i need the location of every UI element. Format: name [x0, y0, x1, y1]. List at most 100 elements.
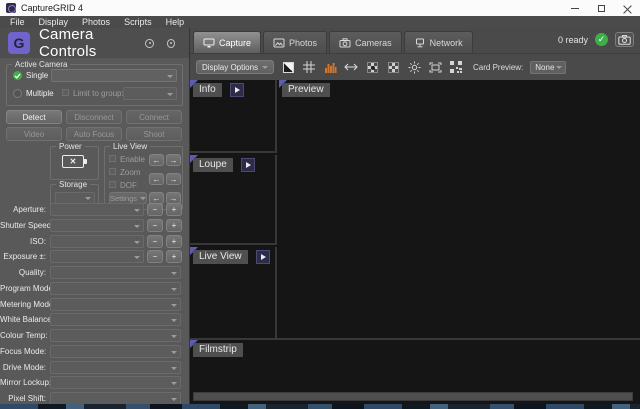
barcode-icon[interactable]: [449, 60, 463, 74]
chevron-down-icon: [171, 288, 177, 291]
app-icon: [6, 3, 16, 13]
live-view-enable-checkbox[interactable]: [109, 155, 116, 162]
chevron-down-icon: [134, 241, 140, 244]
power-legend: Power: [56, 142, 85, 151]
maximize-button[interactable]: [588, 0, 614, 16]
aperture-decrement-button[interactable]: −: [147, 203, 163, 216]
tab-cameras-label: Cameras: [355, 38, 392, 48]
single-camera-select[interactable]: [51, 69, 177, 82]
chevron-down-icon: [85, 197, 91, 200]
tab-cameras[interactable]: Cameras: [329, 31, 402, 53]
filmstrip-scrollbar[interactable]: [193, 392, 633, 401]
brightness-icon[interactable]: [407, 60, 421, 74]
aperture-select[interactable]: [50, 203, 144, 216]
card-preview-select[interactable]: None: [530, 61, 566, 74]
live-view-play-button[interactable]: [256, 250, 270, 264]
program-mode-label: Program Mode:: [0, 284, 46, 293]
exposure-select[interactable]: [50, 250, 144, 263]
auto-focus-button[interactable]: Auto Focus: [66, 127, 122, 141]
chevron-down-icon: [167, 75, 173, 78]
chevron-down-icon: [134, 209, 140, 212]
title-bar: CaptureGRID 4: [0, 0, 640, 16]
contrast-icon[interactable]: [281, 60, 295, 74]
property-row-pixel-shift: Pixel Shift:: [0, 392, 190, 404]
panel-target-icon[interactable]: [145, 39, 153, 48]
iso-increment-button[interactable]: +: [166, 235, 182, 248]
capture-workspace: Capture Photos Cameras Network 0 ready ✓: [190, 28, 640, 404]
display-options-button[interactable]: Display Options: [196, 60, 274, 74]
white-balance-select[interactable]: [50, 313, 181, 326]
display-options-label: Display Options: [202, 63, 258, 72]
video-button[interactable]: Video: [6, 127, 62, 141]
histogram-icon[interactable]: [323, 60, 337, 74]
play-icon: [261, 254, 266, 260]
menu-display[interactable]: Display: [32, 16, 76, 28]
mirror-lockup-label: Mirror Lockup:: [0, 378, 46, 387]
exposure-decrement-button[interactable]: −: [147, 250, 163, 263]
filmstrip-panel-title: Filmstrip: [193, 343, 243, 357]
detect-button[interactable]: Detect: [6, 110, 62, 124]
network-icon: [414, 38, 426, 48]
fit-width-icon[interactable]: [344, 60, 358, 74]
live-view-right-button-2[interactable]: →: [166, 173, 181, 185]
play-icon: [235, 87, 240, 93]
close-button[interactable]: [614, 0, 640, 16]
minimize-button[interactable]: [562, 0, 588, 16]
shoot-all-button[interactable]: [615, 32, 634, 47]
active-camera-legend: Active Camera: [12, 60, 70, 69]
limit-to-group-checkbox[interactable]: [62, 89, 69, 96]
shutter-speed-decrement-button[interactable]: −: [147, 219, 163, 232]
quality-label: Quality:: [0, 268, 46, 277]
menu-help[interactable]: Help: [159, 16, 192, 28]
shutter-speed-increment-button[interactable]: +: [166, 219, 182, 232]
menu-scripts[interactable]: Scripts: [117, 16, 159, 28]
storage-legend: Storage: [56, 180, 90, 189]
tab-photos[interactable]: Photos: [263, 31, 327, 53]
live-view-dof-checkbox[interactable]: [109, 181, 116, 188]
highlight-clipping-icon[interactable]: [365, 60, 379, 74]
maximize-icon: [598, 5, 605, 12]
menu-file[interactable]: File: [3, 16, 32, 28]
aperture-increment-button[interactable]: +: [166, 203, 182, 216]
live-view-left-button-2[interactable]: ←: [149, 173, 164, 185]
exposure-increment-button[interactable]: +: [166, 250, 182, 263]
info-play-button[interactable]: [230, 83, 244, 97]
panel-options-icon[interactable]: [167, 39, 175, 48]
quality-select[interactable]: [50, 266, 181, 279]
focus-mode-select[interactable]: [50, 345, 181, 358]
shoot-button[interactable]: Shoot: [126, 127, 182, 141]
tab-capture[interactable]: Capture: [193, 31, 261, 53]
live-view-zoom-checkbox[interactable]: [109, 168, 116, 175]
multiple-radio[interactable]: [13, 89, 22, 98]
program-mode-select[interactable]: [50, 282, 181, 295]
drive-mode-select[interactable]: [50, 361, 181, 374]
shutter-speed-select[interactable]: [50, 219, 144, 232]
single-radio[interactable]: [13, 71, 22, 80]
crop-frame-icon[interactable]: [428, 60, 442, 74]
disconnect-button[interactable]: Disconnect: [66, 110, 122, 124]
filmstrip-panel: Filmstrip: [190, 338, 640, 404]
menu-photos[interactable]: Photos: [75, 16, 117, 28]
colour-temp-select[interactable]: [50, 329, 181, 342]
group-select[interactable]: [123, 87, 177, 100]
capturegrid-logo-icon: [8, 32, 30, 54]
chevron-down-icon: [262, 66, 268, 69]
loupe-play-button[interactable]: [241, 158, 255, 172]
live-view-left-button-1[interactable]: ←: [149, 154, 164, 166]
loupe-panel-title: Loupe: [193, 158, 233, 172]
tab-network[interactable]: Network: [404, 31, 473, 53]
metering-mode-select[interactable]: [50, 298, 181, 311]
limit-to-group-label: Limit to group:: [73, 89, 124, 98]
iso-select[interactable]: [50, 235, 144, 248]
capture-main-area: Info Loupe Live View: [190, 80, 640, 404]
connect-button[interactable]: Connect: [126, 110, 182, 124]
shadow-clipping-icon[interactable]: [386, 60, 400, 74]
chevron-down-icon: [556, 66, 562, 69]
live-view-right-button-1[interactable]: →: [166, 154, 181, 166]
chevron-down-icon: [171, 272, 177, 275]
mirror-lockup-select[interactable]: [50, 376, 181, 389]
chevron-down-icon: [167, 93, 173, 96]
iso-decrement-button[interactable]: −: [147, 235, 163, 248]
grid-overlay-icon[interactable]: [302, 60, 316, 74]
pixel-shift-select[interactable]: [50, 392, 181, 404]
